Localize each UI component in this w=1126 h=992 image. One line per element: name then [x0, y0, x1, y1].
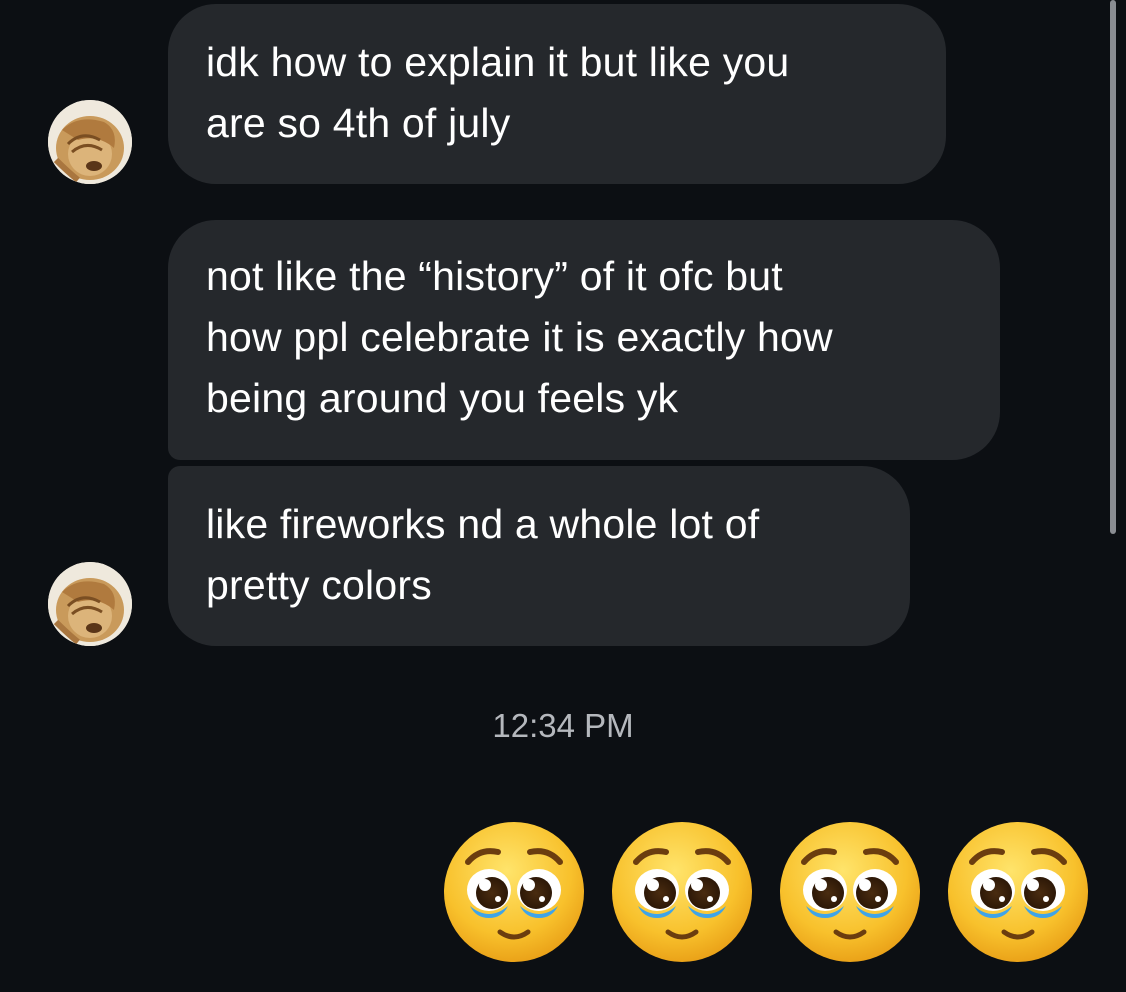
chat-screen: idk how to explain it but like you are s…	[0, 0, 1126, 992]
message-bubble[interactable]: like fireworks nd a whole lot of pretty …	[168, 466, 910, 646]
lion-photo-icon	[48, 562, 132, 646]
timestamp-text: 12:34 PM	[492, 707, 634, 744]
pleading-face-emoji	[608, 818, 756, 966]
avatar[interactable]	[48, 100, 132, 184]
pleading-face-emoji	[440, 818, 588, 966]
timestamp: 12:34 PM	[0, 706, 1126, 746]
pleading-face-emoji	[944, 818, 1092, 966]
pleading-face-emoji	[776, 818, 924, 966]
message-bubble[interactable]: idk how to explain it but like you are s…	[168, 4, 946, 184]
lion-photo-icon	[48, 100, 132, 184]
emoji-message[interactable]	[440, 818, 1096, 974]
message-bubble[interactable]: not like the “history” of it ofc but how…	[168, 220, 1000, 460]
scrollbar[interactable]	[1110, 0, 1116, 534]
avatar[interactable]	[48, 562, 132, 646]
